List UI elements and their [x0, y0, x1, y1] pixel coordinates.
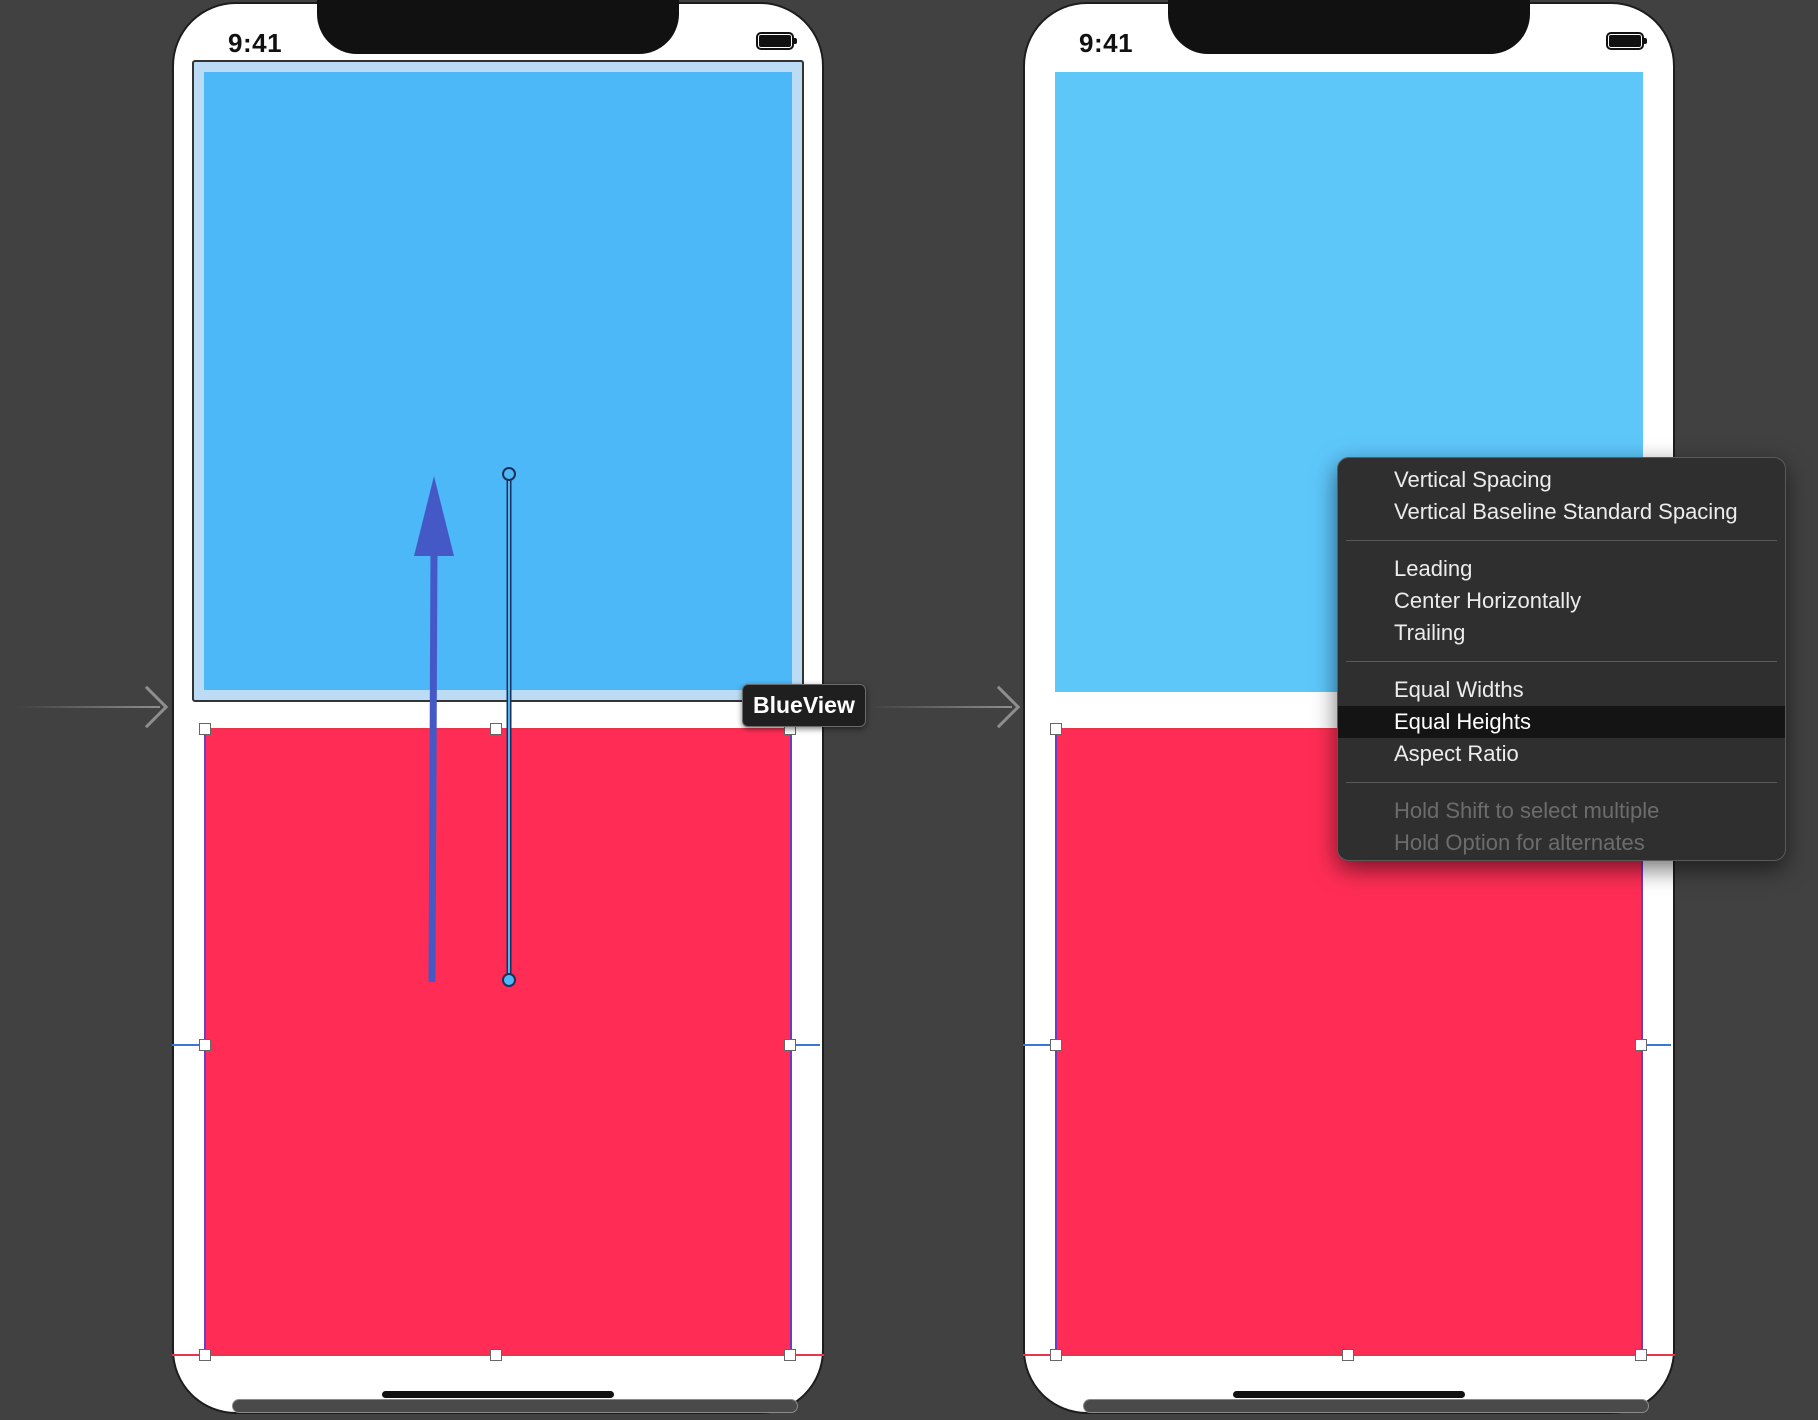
- menu-separator: [1346, 540, 1777, 541]
- constraint-context-menu: Vertical Spacing Vertical Baseline Stand…: [1337, 457, 1786, 861]
- left-horizontal-scrollbar[interactable]: [232, 1399, 798, 1413]
- menu-item-vertical-spacing[interactable]: Vertical Spacing: [1338, 464, 1785, 496]
- menu-hint-hold-shift: Hold Shift to select multiple: [1394, 798, 1660, 823]
- right-handle-bottom-center[interactable]: [1342, 1349, 1354, 1361]
- menu-item-center-horizontally[interactable]: Center Horizontally: [1338, 585, 1785, 617]
- right-horizontal-scrollbar[interactable]: [1083, 1399, 1649, 1413]
- menu-separator: [1346, 782, 1777, 783]
- left-home-indicator: [382, 1391, 614, 1398]
- right-battery-icon: [1606, 32, 1647, 50]
- menu-item-equal-heights[interactable]: Equal Heights: [1338, 706, 1785, 738]
- right-handle-mid-left[interactable]: [1050, 1039, 1062, 1051]
- menu-hint-hold-option: Hold Option for alternates: [1394, 830, 1645, 855]
- menu-item-aspect-ratio[interactable]: Aspect Ratio: [1338, 738, 1785, 770]
- ctrl-drag-arrow-icon: [414, 476, 454, 983]
- blueview-drag-tooltip: BlueView: [742, 684, 866, 727]
- right-handle-bottom-right[interactable]: [1635, 1349, 1647, 1361]
- right-status-time: 9:41: [1079, 28, 1134, 58]
- right-device-notch: [1168, 0, 1530, 54]
- right-handle-mid-right[interactable]: [1635, 1039, 1647, 1051]
- menu-separator: [1346, 661, 1777, 662]
- menu-item-trailing[interactable]: Trailing: [1338, 617, 1785, 649]
- right-home-indicator: [1233, 1391, 1465, 1398]
- connection-line: [502, 467, 516, 987]
- menu-item-vertical-baseline-standard-spacing[interactable]: Vertical Baseline Standard Spacing: [1338, 496, 1785, 528]
- menu-item-equal-widths[interactable]: Equal Widths: [1338, 674, 1785, 706]
- right-handle-top-left[interactable]: [1050, 723, 1062, 735]
- menu-item-leading[interactable]: Leading: [1338, 553, 1785, 585]
- right-trailing-constraint-line: [1643, 1044, 1671, 1046]
- right-handle-bottom-left[interactable]: [1050, 1349, 1062, 1361]
